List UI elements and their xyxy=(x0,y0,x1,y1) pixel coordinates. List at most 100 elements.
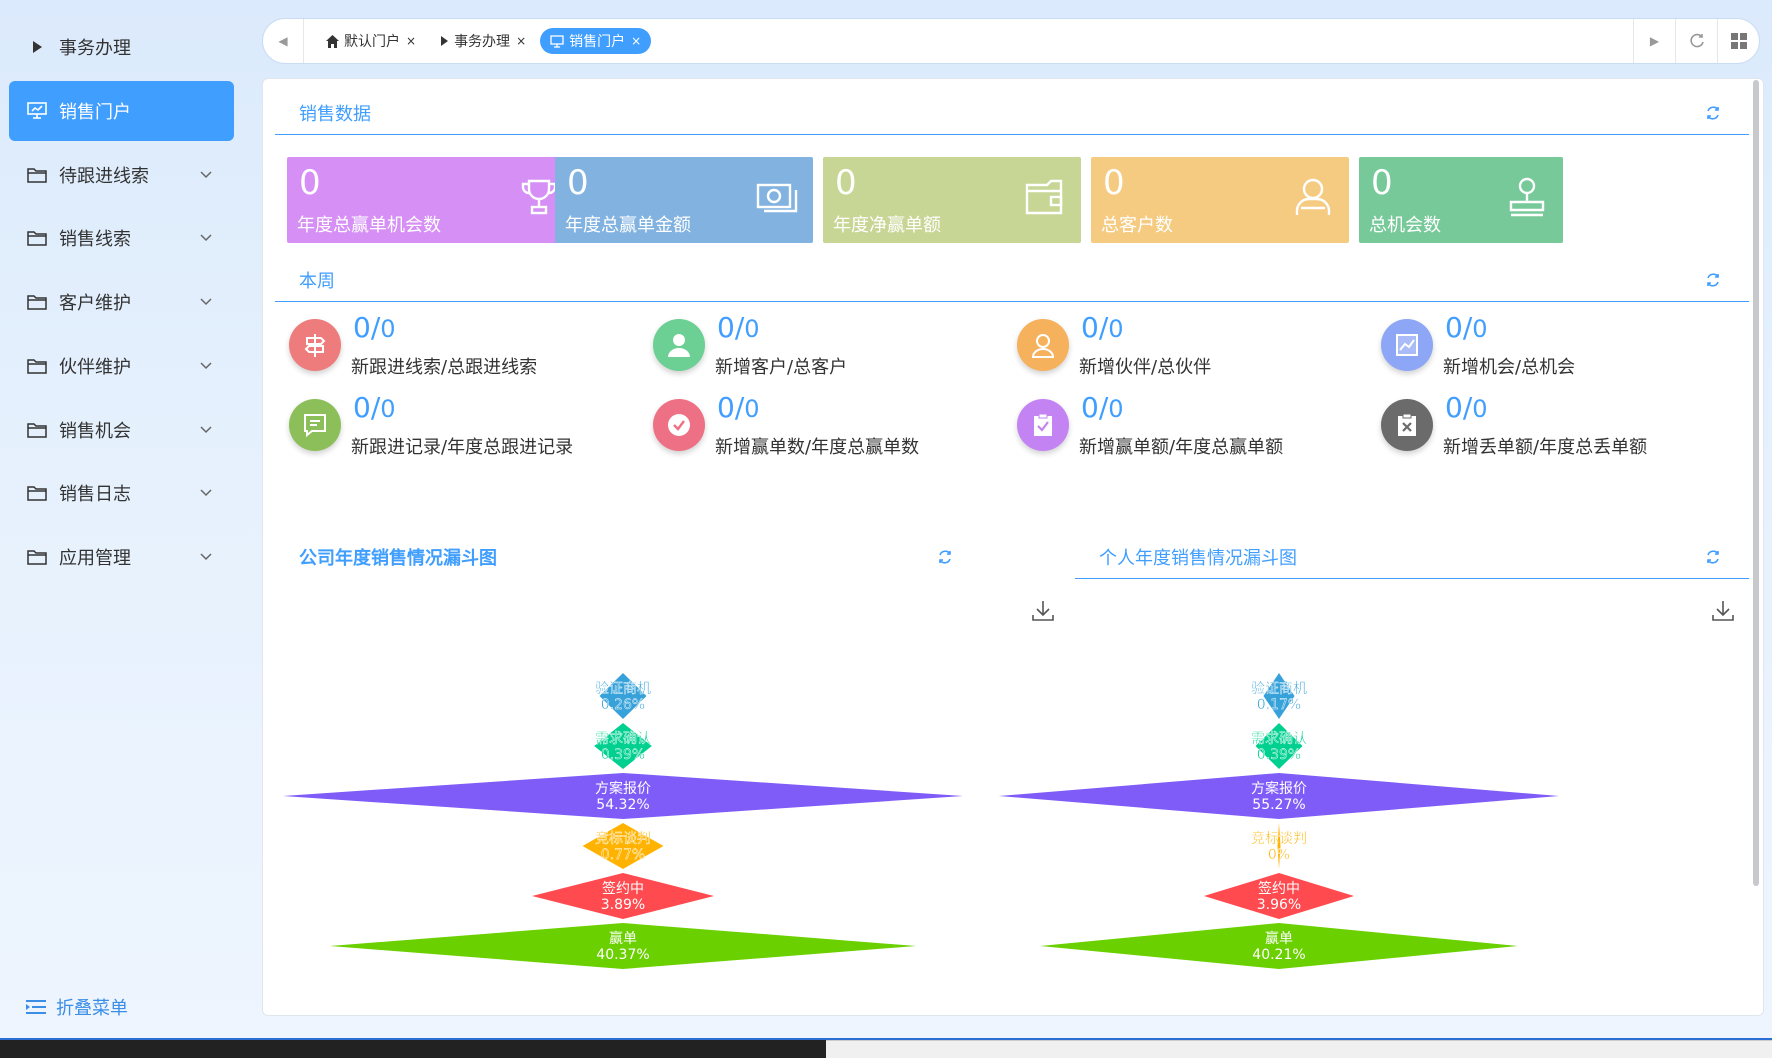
funnel-value-label-5: 40.37% xyxy=(596,947,649,963)
close-icon[interactable]: × xyxy=(516,34,526,48)
message-icon xyxy=(289,399,341,451)
funnel-value-label-0: 0.17% xyxy=(1257,697,1301,713)
collapse-menu-button[interactable]: 折叠菜单 xyxy=(26,994,128,1020)
tab-scroll-right-button[interactable]: ▶ xyxy=(1633,19,1675,63)
stat-value: 0/0 xyxy=(1445,311,1488,344)
company-funnel-chart: 验证商机0.26% 需求确认0.39% 方案报价54.32% 竞标谈判0.77% 签约中… xyxy=(283,673,963,969)
sidebar-item-label: 销售线索 xyxy=(59,229,131,250)
funnel-label-4: 签约中 xyxy=(1258,880,1300,897)
funnel-value-label-1: 0.39% xyxy=(1257,747,1301,763)
stat-label: 新增赢单数/年度总赢单数 xyxy=(715,437,920,458)
card-value: 0 xyxy=(1371,163,1393,203)
download-icon[interactable] xyxy=(1711,599,1735,623)
funnel-value-label-2: 54.32% xyxy=(596,797,649,813)
sidebar-item-sales-log[interactable]: 销售日志 xyxy=(9,463,234,523)
clipboard-check-icon xyxy=(1017,399,1069,451)
company-funnel-title: 公司年度销售情况漏斗图 xyxy=(299,548,497,569)
stamp-icon xyxy=(1505,175,1549,219)
stat-value: 0/0 xyxy=(717,311,760,344)
stat-card-total-opportunities[interactable]: 0 总机会数 xyxy=(1359,157,1563,243)
funnel-label-1: 需求确认 xyxy=(595,731,651,747)
stat-label: 新增丢单额/年度总丢单额 xyxy=(1443,437,1648,458)
stat-value: 0/0 xyxy=(717,391,760,424)
refresh-icon[interactable] xyxy=(933,545,957,569)
chevron-down-icon xyxy=(196,426,216,434)
tab-affairs[interactable]: 事务办理 × xyxy=(430,28,536,54)
sidebar-item-label: 应用管理 xyxy=(59,548,131,569)
funnel-label-4: 签约中 xyxy=(602,880,644,897)
stat-label: 新增机会/总机会 xyxy=(1443,357,1576,378)
sidebar-item-sales-portal[interactable]: 销售门户 xyxy=(9,81,234,141)
sidebar-item-label: 销售门户 xyxy=(59,102,131,123)
refresh-icon[interactable] xyxy=(1701,545,1725,569)
tab-menu-button[interactable] xyxy=(1717,19,1759,63)
funnel-label-1: 需求确认 xyxy=(1251,731,1307,747)
refresh-tab-button[interactable] xyxy=(1675,19,1717,63)
folder-icon xyxy=(25,163,49,187)
funnel-label-0: 验证商机 xyxy=(1251,681,1307,697)
sidebar-item-affairs[interactable]: 事务办理 xyxy=(9,17,234,77)
card-label: 年度总赢单金额 xyxy=(565,215,691,236)
card-label: 总客户数 xyxy=(1101,215,1173,236)
card-value: 0 xyxy=(835,163,857,203)
folder-icon xyxy=(25,545,49,569)
funnel-value-label-4: 3.89% xyxy=(601,897,645,913)
chevron-down-icon xyxy=(196,489,216,497)
stat-new-lost-amount: 0/0 新增丢单额/年度总丢单额 xyxy=(1381,391,1721,461)
close-icon[interactable]: × xyxy=(631,34,641,48)
stat-new-won-count: 0/0 新增赢单数/年度总赢单数 xyxy=(653,391,993,461)
sales-data-title: 销售数据 xyxy=(299,103,371,125)
collapse-menu-label: 折叠菜单 xyxy=(56,998,128,1019)
stat-card-won-opportunities[interactable]: 0 年度总赢单机会数 xyxy=(287,157,575,243)
monitor-icon xyxy=(25,99,49,123)
stat-card-total-customers[interactable]: 0 总客户数 xyxy=(1091,157,1349,243)
funnel-value-label-2: 55.27% xyxy=(1252,797,1305,813)
folder-icon xyxy=(25,354,49,378)
main-panel: 销售数据 0 年度总赢单机会数 0 年度总赢单金额 0 年度净赢单额 0 总客户… xyxy=(262,78,1764,1016)
stat-value: 0/0 xyxy=(1445,391,1488,424)
menu-fold-icon xyxy=(26,999,46,1015)
signpost-icon xyxy=(289,319,341,371)
stat-card-net-won-amount[interactable]: 0 年度净赢单额 xyxy=(823,157,1081,243)
stat-new-opportunities: 0/0 新增机会/总机会 xyxy=(1381,311,1721,381)
scrollbar[interactable] xyxy=(1753,80,1759,886)
stat-new-customers: 0/0 新增客户/总客户 xyxy=(653,311,993,381)
chevron-down-icon xyxy=(196,171,216,179)
user-icon xyxy=(1291,175,1335,219)
week-title: 本周 xyxy=(299,270,335,292)
sidebar-item-app-management[interactable]: 应用管理 xyxy=(9,527,234,587)
close-icon[interactable]: × xyxy=(406,34,416,48)
funnel-value-label-1: 0.39% xyxy=(601,747,645,763)
stat-label: 新增客户/总客户 xyxy=(715,357,848,378)
sidebar-item-pending-leads[interactable]: 待跟进线索 xyxy=(9,145,234,205)
refresh-icon[interactable] xyxy=(1701,268,1725,292)
stat-value: 0/0 xyxy=(353,311,396,344)
tab-sales-portal[interactable]: 销售门户 × xyxy=(540,28,652,54)
tab-scroll-left-button[interactable]: ◀ xyxy=(263,19,303,63)
refresh-icon[interactable] xyxy=(1701,101,1725,125)
stat-label: 新增伙伴/总伙伴 xyxy=(1079,357,1212,378)
funnel-label-0: 验证商机 xyxy=(595,681,651,697)
download-icon[interactable] xyxy=(1031,599,1055,623)
sidebar-item-customer-maintenance[interactable]: 客户维护 xyxy=(9,272,234,332)
chevron-down-icon xyxy=(196,298,216,306)
sidebar-item-label: 客户维护 xyxy=(59,293,131,314)
personal-funnel-chart: 验证商机0.17% 需求确认0.39% 方案报价55.27% 竞标谈判0% 签约中3.9… xyxy=(999,673,1559,969)
tab-default-portal[interactable]: 默认门户 × xyxy=(316,28,426,54)
stat-card-won-amount[interactable]: 0 年度总赢单金额 xyxy=(555,157,813,243)
funnel-value-label-3: 0.77% xyxy=(601,847,645,863)
chevron-down-icon xyxy=(196,553,216,561)
tab-label: 默认门户 xyxy=(344,34,400,50)
stat-label: 新跟进记录/年度总跟进记录 xyxy=(351,437,574,458)
tab-bar: ◀ 默认门户 × 事务办理 × 销售门户 × ▶ xyxy=(262,18,1760,64)
funnel-value-label-4: 3.96% xyxy=(1257,897,1301,913)
sidebar-item-partner-maintenance[interactable]: 伙伴维护 xyxy=(9,336,234,396)
sidebar-item-label: 伙伴维护 xyxy=(59,357,131,378)
stat-value: 0/0 xyxy=(353,391,396,424)
clipboard-x-icon xyxy=(1381,399,1433,451)
funnel-value-label-3: 0% xyxy=(1268,847,1290,863)
money-icon xyxy=(755,175,799,219)
card-value: 0 xyxy=(1103,163,1125,203)
sidebar-item-sales-opportunity[interactable]: 销售机会 xyxy=(9,400,234,460)
sidebar-item-sales-leads[interactable]: 销售线索 xyxy=(9,208,234,268)
